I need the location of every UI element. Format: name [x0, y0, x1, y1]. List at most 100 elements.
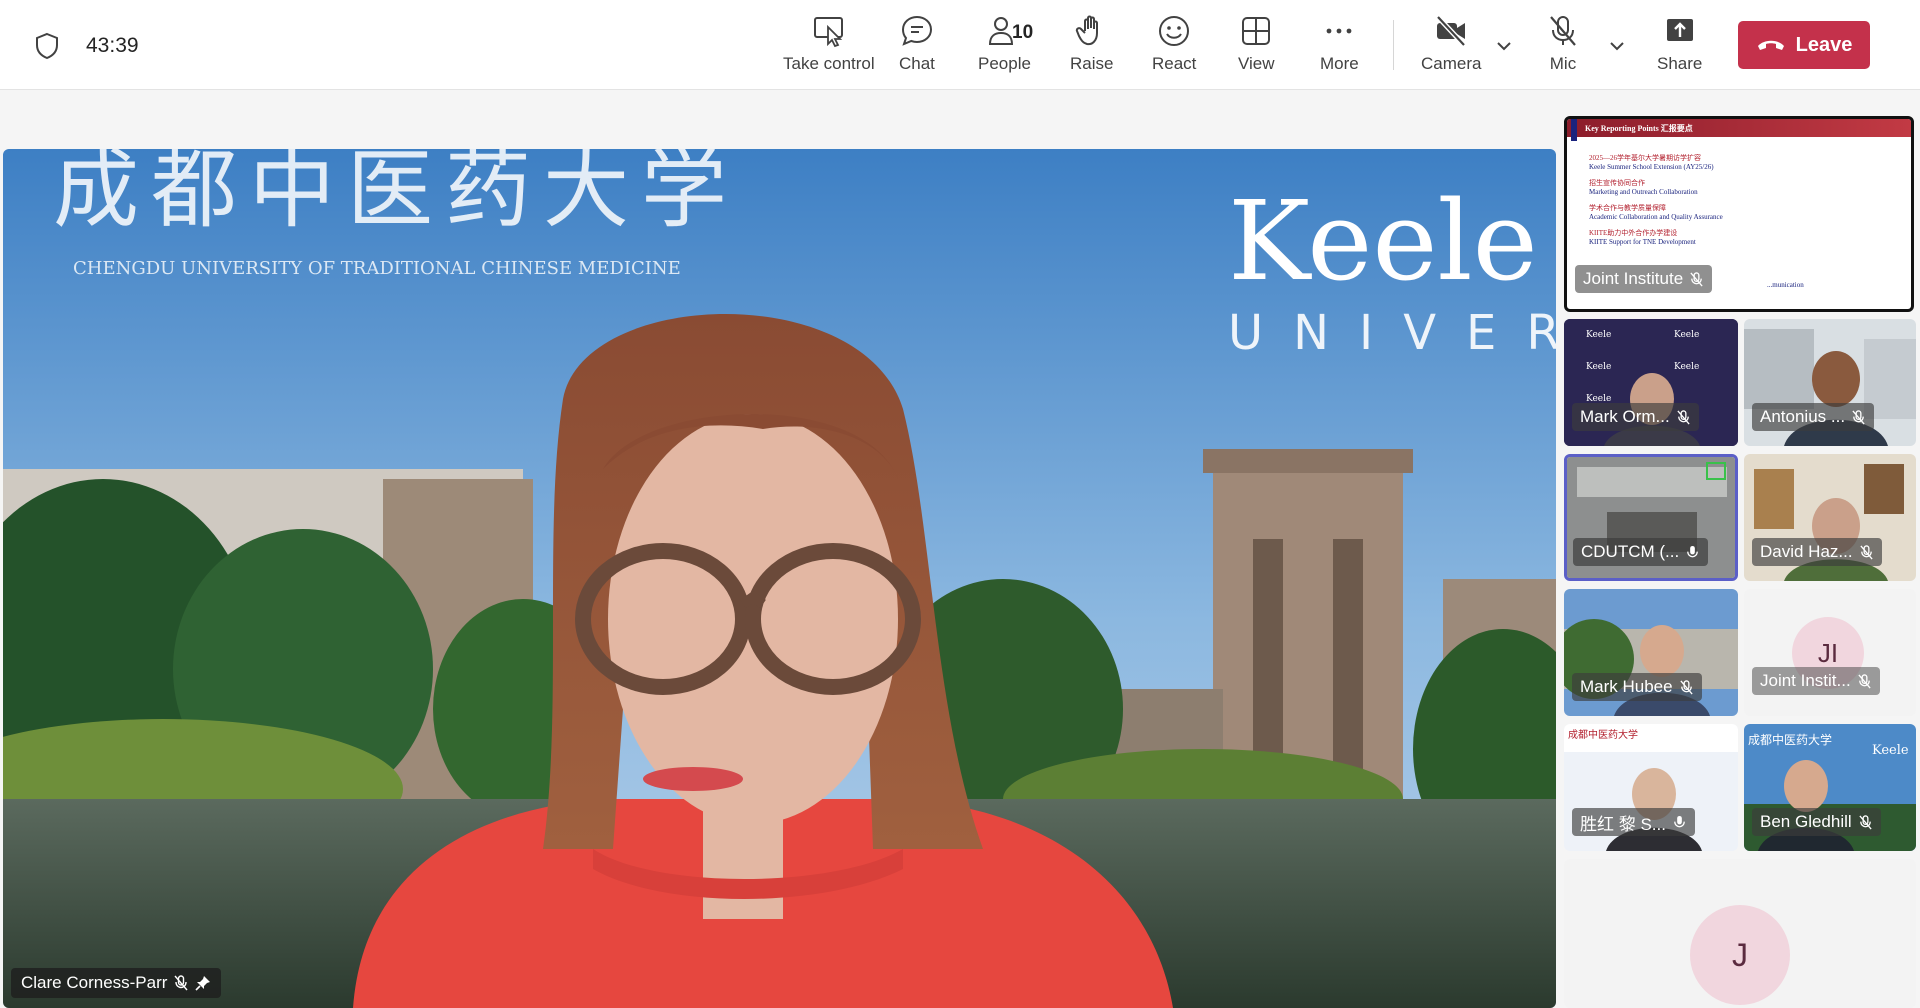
raise-hand-icon — [1075, 15, 1098, 46]
leave-button[interactable]: Leave — [1738, 21, 1870, 69]
avatar: J — [1690, 905, 1790, 1005]
chat-label: Chat — [899, 54, 935, 73]
participant-name: CDUTCM (... — [1581, 542, 1680, 561]
mic-off-icon — [1690, 271, 1703, 286]
participant-name-badge: 胜红 黎 S... — [1572, 808, 1695, 836]
meeting-timer: 43:39 — [86, 34, 139, 57]
participant-name: Joint Instit... — [1760, 671, 1851, 690]
chevron-down-icon[interactable] — [1607, 36, 1627, 56]
meeting-toolbar: 43:39 Take control Chat People 10 Raise … — [0, 0, 1920, 90]
participant-name-badge: Joint Institute — [1575, 265, 1713, 293]
participant-tile[interactable]: David Haz... — [1744, 454, 1916, 581]
mic-icon — [1687, 545, 1699, 557]
camera-off-icon — [1436, 15, 1467, 47]
participant-name-badge: Joint Instit... — [1752, 667, 1880, 695]
background-keele-text: Keele — [1228, 177, 1538, 305]
take-control-label: Take control — [783, 54, 875, 73]
raise-hand-button[interactable]: Raise — [1070, 14, 1113, 78]
share-button[interactable]: Share — [1657, 14, 1702, 78]
mic-off-icon — [1677, 409, 1690, 424]
svg-text:Keele: Keele — [1674, 362, 1699, 372]
share-label: Share — [1657, 54, 1703, 73]
mic-off-icon — [1859, 544, 1873, 559]
video-feed: 成都中医药大学 CHENGDU UNIVERSITY OF TRADITIONA… — [3, 149, 1556, 1008]
camera-button[interactable]: Camera — [1421, 14, 1481, 78]
people-label: People — [978, 54, 1031, 73]
mic-label: Mic — [1549, 54, 1577, 73]
slide-bullet: 2025—26学年基尔大学暑期访学扩容 Keele Summer School E… — [1589, 154, 1714, 171]
participant-name-badge: David Haz... — [1752, 538, 1882, 566]
slide-accent-bar — [1571, 119, 1577, 141]
slide-footer-text: ...munication — [1767, 281, 1804, 289]
participant-name: Joint Institute — [1583, 269, 1684, 288]
participant-name: 胜红 黎 S... — [1580, 814, 1666, 834]
more-dots-icon — [1326, 28, 1352, 34]
react-label: React — [1152, 54, 1197, 73]
background-university-text: UNIVERS — [1228, 305, 1556, 361]
take-control-button[interactable]: Take control — [783, 14, 875, 78]
svg-text:成都中医药大学: 成都中医药大学 — [1748, 732, 1832, 747]
hang-up-icon — [1757, 40, 1784, 50]
more-label: More — [1320, 54, 1359, 73]
svg-text:Keele: Keele — [1674, 330, 1699, 340]
svg-text:Keele: Keele — [1586, 362, 1611, 372]
chevron-down-icon[interactable] — [1494, 36, 1514, 56]
shield-icon[interactable] — [34, 32, 60, 60]
participant-tile-active-speaker[interactable]: CDUTCM (... — [1564, 454, 1738, 581]
take-control-icon — [813, 17, 843, 48]
participant-tile[interactable]: Mark Hubee — [1564, 589, 1738, 716]
participant-tile[interactable]: 成都中医药大学 胜红 黎 S... — [1564, 724, 1738, 851]
participant-name-badge: Mark Hubee — [1572, 673, 1702, 701]
slide-bullet: KIITE助力中外合作办学建设 KIITE Support for TNE Dev… — [1589, 229, 1696, 246]
participant-tile[interactable]: Keele Keele Keele Keele Keele Mark Orm... — [1564, 319, 1738, 446]
chat-icon — [901, 15, 932, 46]
participant-name-badge: Ben Gledhill — [1752, 808, 1881, 836]
mic-icon — [1674, 815, 1685, 827]
smiley-icon — [1159, 16, 1190, 46]
participant-name-badge: Mark Orm... — [1572, 403, 1699, 431]
participant-name: Ben Gledhill — [1760, 812, 1852, 831]
view-button[interactable]: View — [1238, 14, 1275, 78]
grid-view-icon — [1242, 17, 1271, 45]
more-button[interactable]: More — [1320, 14, 1359, 78]
react-button[interactable]: React — [1152, 14, 1196, 78]
camera-label: Camera — [1421, 54, 1482, 73]
participant-name-badge: Antonius ... — [1752, 403, 1875, 431]
participant-name: Mark Orm... — [1580, 407, 1670, 426]
people-count: 10 — [1012, 22, 1034, 43]
svg-text:Keele: Keele — [1586, 330, 1611, 340]
chat-button[interactable]: Chat — [899, 14, 935, 78]
mic-button[interactable]: Mic — [1546, 14, 1580, 78]
participant-name: Clare Corness-Parr — [21, 973, 168, 992]
participant-name: David Haz... — [1760, 542, 1853, 561]
leave-label: Leave — [1795, 33, 1853, 56]
mic-off-icon — [1679, 679, 1693, 694]
participant-tile[interactable]: JI Joint Instit... — [1744, 589, 1916, 716]
mic-off-icon — [1859, 814, 1872, 829]
svg-text:成都中医药大学: 成都中医药大学 — [1568, 728, 1638, 741]
background-english-text: CHENGDU UNIVERSITY OF TRADITIONAL CHINES… — [73, 258, 681, 279]
pin-icon[interactable] — [195, 975, 211, 991]
slide-bullet: 招生宣传协同合作 Marketing and Outreach Collabora… — [1589, 179, 1698, 196]
background-chinese-text: 成都中医药大学 — [53, 149, 739, 240]
mic-off-icon — [1858, 673, 1871, 688]
mic-off-icon — [1550, 16, 1576, 46]
mic-off-icon — [174, 975, 188, 991]
participant-tile[interactable]: J — [1564, 859, 1916, 1008]
svg-text:Keele: Keele — [1872, 743, 1909, 758]
participant-name: Mark Hubee — [1580, 677, 1673, 696]
slide-title: Key Reporting Points 汇报要点 — [1567, 119, 1911, 137]
participant-name: Antonius ... — [1760, 407, 1846, 426]
shared-screen-tile[interactable]: Key Reporting Points 汇报要点 2025—26学年基尔大学暑… — [1564, 116, 1914, 312]
raise-label: Raise — [1070, 54, 1114, 73]
participant-name-badge: Clare Corness-Parr — [11, 968, 222, 998]
participant-tile[interactable]: Antonius ... — [1744, 319, 1916, 446]
view-label: View — [1238, 54, 1275, 73]
mic-off-icon — [1852, 409, 1865, 424]
toolbar-divider — [1393, 20, 1394, 70]
main-video[interactable]: 成都中医药大学 CHENGDU UNIVERSITY OF TRADITIONA… — [3, 149, 1556, 1008]
share-screen-icon — [1666, 19, 1693, 41]
participant-tile[interactable]: 成都中医药大学 Keele Ben Gledhill — [1744, 724, 1916, 851]
slide-bullet: 学术合作与教学质量保障 Academic Collaboration and Qu… — [1589, 204, 1723, 221]
slide-bullets: 2025—26学年基尔大学暑期访学扩容 Keele Summer School E… — [1589, 153, 1903, 253]
